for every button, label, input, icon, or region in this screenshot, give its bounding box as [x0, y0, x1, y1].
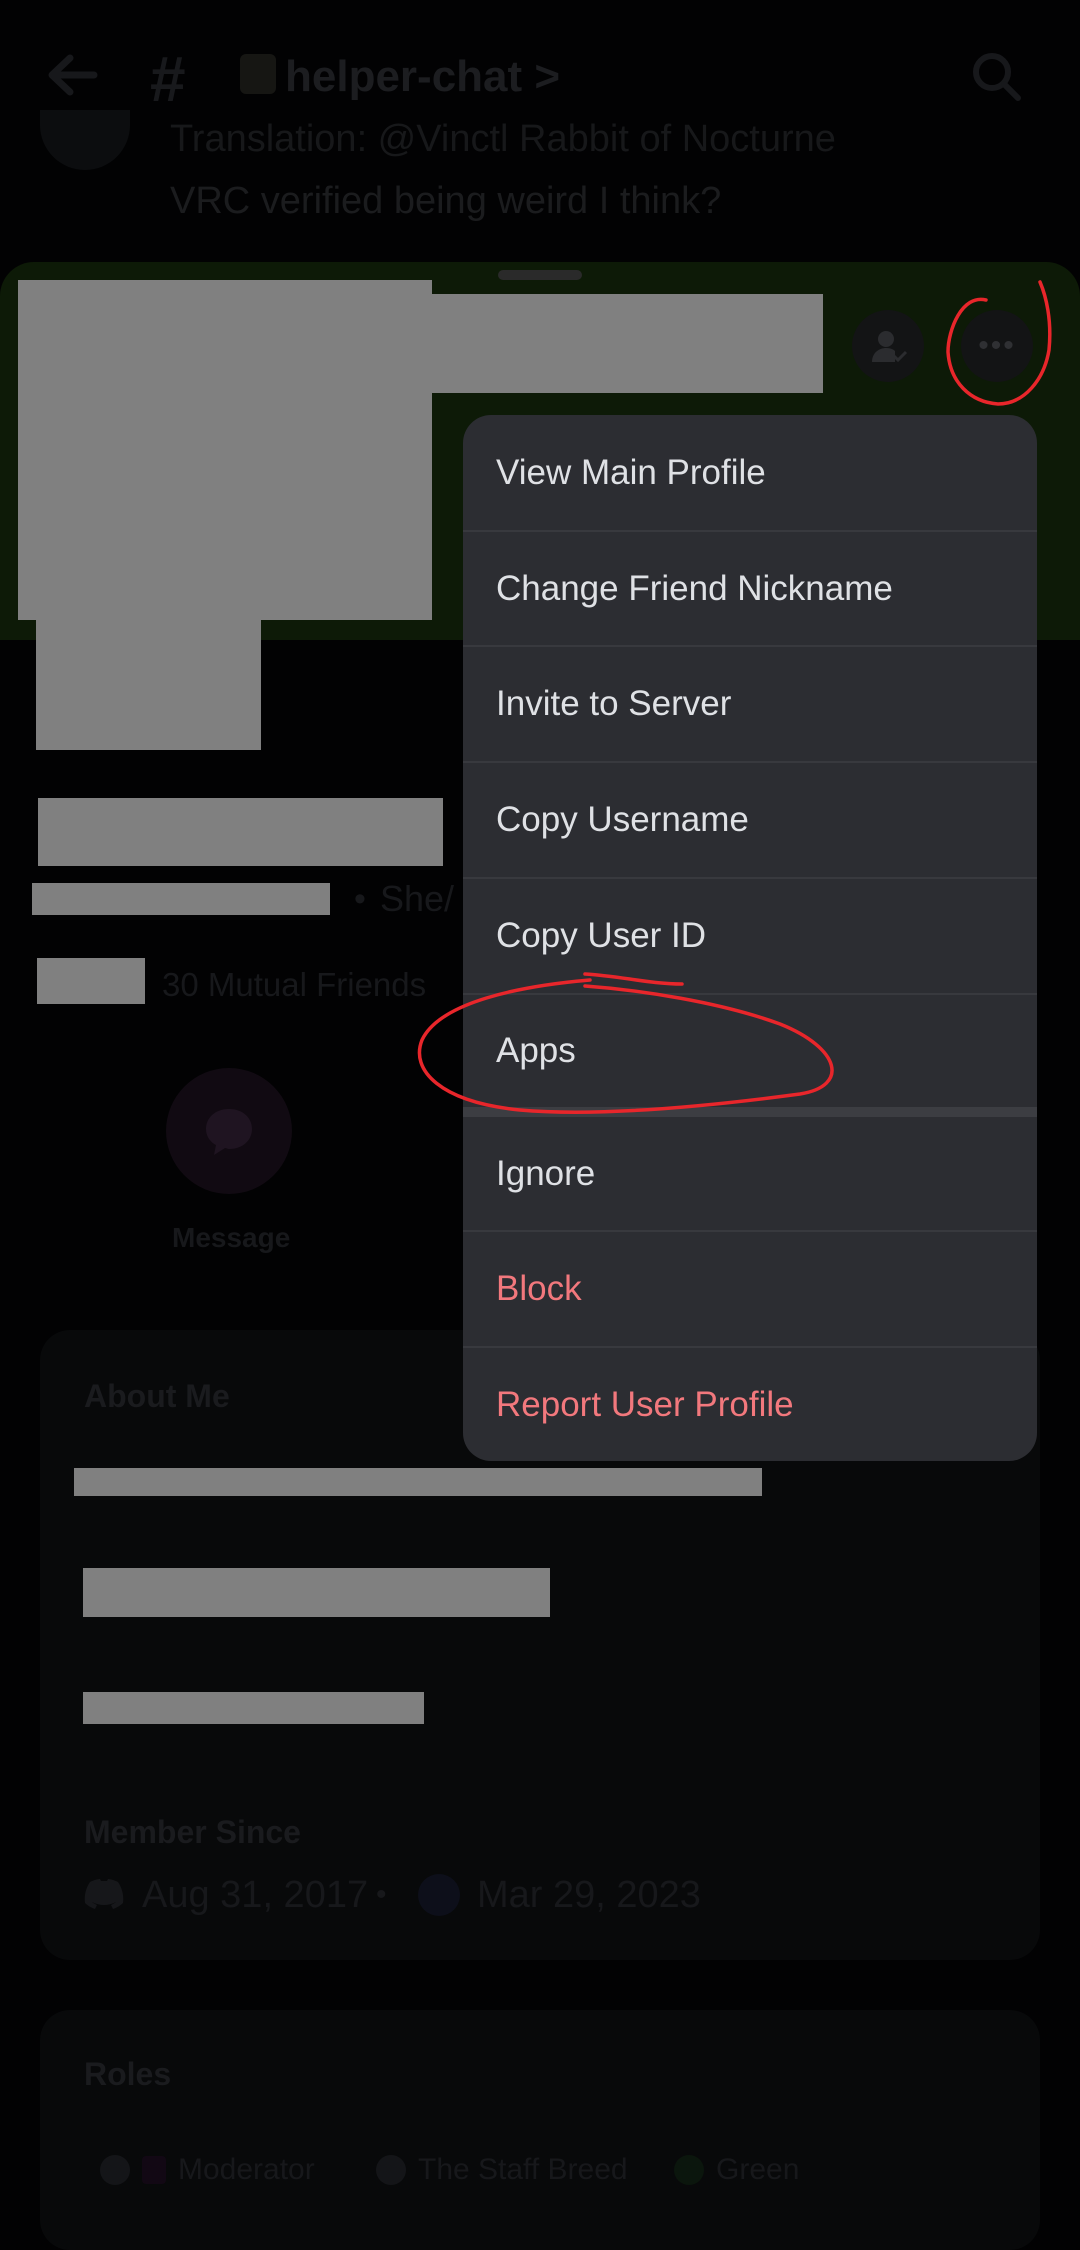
- user-options-menu: View Main Profile Change Friend Nickname…: [463, 415, 1037, 1461]
- message-avatar: [40, 110, 130, 170]
- redaction-bio-line1: [74, 1468, 762, 1496]
- role-emoji-icon: [142, 2156, 166, 2184]
- menu-item-change-friend-nickname[interactable]: Change Friend Nickname: [463, 532, 1037, 646]
- mutual-friends-link[interactable]: 30 Mutual Friends: [162, 966, 426, 1004]
- redaction-avatar: [18, 280, 432, 620]
- search-icon[interactable]: [970, 50, 1022, 102]
- menu-item-label: Copy User ID: [496, 916, 707, 955]
- redaction-bio-line3: [83, 1692, 424, 1724]
- roles-title: Roles: [84, 2056, 172, 2092]
- menu-item-apps[interactable]: Apps: [463, 995, 1037, 1107]
- role-color-dot: [674, 2155, 704, 2185]
- roles-card: [40, 2010, 1040, 2250]
- friend-status-button[interactable]: [852, 310, 924, 382]
- back-arrow-icon[interactable]: [44, 50, 100, 100]
- redaction-badge: [37, 958, 145, 1004]
- message-button[interactable]: [166, 1068, 292, 1194]
- redaction-avatar-lower: [36, 620, 261, 750]
- discord-member-date: Aug 31, 2017: [142, 1874, 369, 1916]
- menu-item-label: Report User Profile: [496, 1384, 794, 1424]
- menu-item-invite-to-server[interactable]: Invite to Server: [463, 647, 1037, 761]
- redaction-display-name: [38, 798, 443, 866]
- menu-item-label: Block: [496, 1269, 582, 1308]
- menu-item-label: Invite to Server: [496, 684, 732, 723]
- menu-item-label: View Main Profile: [496, 453, 766, 492]
- message-reply-line: Translation: @Vinctl Rabbit of Nocturne: [170, 118, 836, 160]
- chat-bubble-icon: [206, 1109, 252, 1155]
- menu-item-copy-username[interactable]: Copy Username: [463, 763, 1037, 877]
- role-green: Green: [674, 2146, 799, 2194]
- chevron-right-icon: >: [534, 52, 561, 101]
- role-color-dot: [376, 2155, 406, 2185]
- menu-item-label: Copy Username: [496, 800, 749, 839]
- more-options-button[interactable]: •••: [961, 310, 1033, 382]
- member-since-dot: •: [376, 1878, 387, 1911]
- menu-group-divider: [463, 1107, 1037, 1117]
- message-text: VRC verified being weird I think?: [170, 180, 722, 222]
- redaction-username: [32, 883, 330, 915]
- menu-item-block[interactable]: Block: [463, 1232, 1037, 1346]
- ellipsis-icon: •••: [978, 329, 1016, 362]
- menu-item-copy-user-id[interactable]: Copy User ID: [463, 879, 1037, 993]
- friend-check-icon: [872, 331, 908, 363]
- menu-item-view-main-profile[interactable]: View Main Profile: [463, 415, 1037, 531]
- role-moderator: Moderator: [100, 2146, 315, 2194]
- discord-logo-icon: [84, 1879, 124, 1909]
- menu-item-ignore[interactable]: Ignore: [463, 1117, 1037, 1230]
- hash-icon: #: [150, 43, 186, 115]
- channel-name: helper-chat: [285, 52, 523, 101]
- role-label: Moderator: [178, 2153, 315, 2186]
- role-label: Green: [716, 2153, 800, 2186]
- menu-item-label: Ignore: [496, 1153, 596, 1193]
- separator-dot: •: [354, 880, 366, 918]
- channel-emoji-icon: [240, 54, 276, 94]
- menu-item-label: Apps: [496, 1031, 576, 1070]
- channel-title[interactable]: helper-chat >: [285, 52, 560, 102]
- role-label: The Staff Breed: [418, 2153, 628, 2186]
- role-staff-breed: The Staff Breed: [376, 2146, 628, 2194]
- sheet-drag-handle[interactable]: [498, 270, 582, 280]
- menu-item-label: Change Friend Nickname: [496, 569, 893, 608]
- member-since-title: Member Since: [84, 1814, 301, 1850]
- about-me-title: About Me: [84, 1378, 230, 1414]
- message-button-label: Message: [172, 1222, 291, 1253]
- redaction-banner-text: [432, 294, 823, 393]
- server-icon: [418, 1874, 460, 1916]
- server-member-date: Mar 29, 2023: [477, 1874, 701, 1916]
- pronouns-text: She/: [380, 878, 455, 919]
- role-color-dot: [100, 2155, 130, 2185]
- menu-item-report-user-profile[interactable]: Report User Profile: [463, 1348, 1037, 1461]
- redaction-bio-line2: [83, 1568, 550, 1617]
